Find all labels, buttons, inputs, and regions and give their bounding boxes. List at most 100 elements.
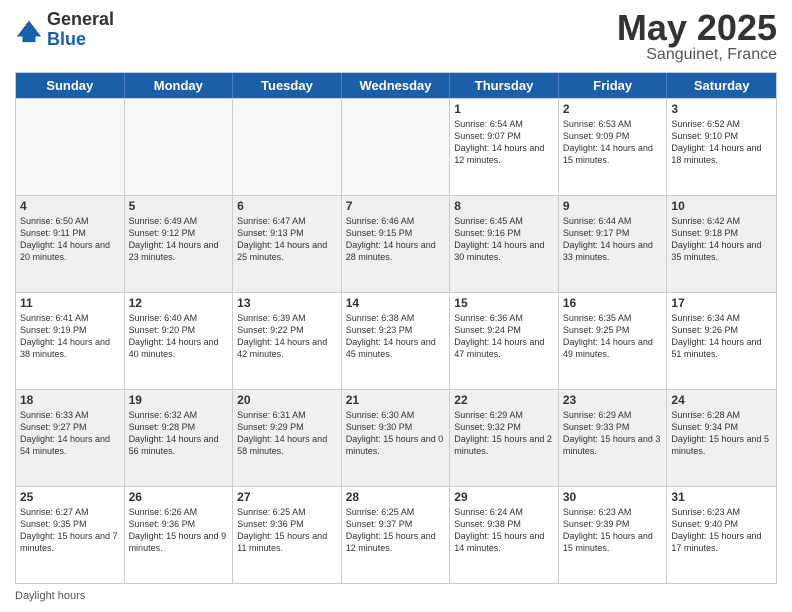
day-content: Sunrise: 6:29 AM Sunset: 9:33 PM Dayligh… bbox=[563, 409, 663, 458]
day-number: 10 bbox=[671, 199, 772, 213]
day-number: 6 bbox=[237, 199, 337, 213]
calendar-cell bbox=[125, 99, 234, 195]
title-month: May 2025 bbox=[617, 10, 777, 46]
day-content: Sunrise: 6:50 AM Sunset: 9:11 PM Dayligh… bbox=[20, 215, 120, 264]
day-number: 31 bbox=[671, 490, 772, 504]
day-number: 28 bbox=[346, 490, 446, 504]
day-number: 21 bbox=[346, 393, 446, 407]
calendar-cell: 31 Sunrise: 6:23 AM Sunset: 9:40 PM Dayli… bbox=[667, 487, 776, 583]
calendar-week-5: 25Sunrise: 6:27 AM Sunset: 9:35 PM Dayli… bbox=[16, 486, 776, 583]
day-content: Sunrise: 6:35 AM Sunset: 9:25 PM Dayligh… bbox=[563, 312, 663, 361]
logo-blue-text: Blue bbox=[47, 30, 114, 50]
calendar-cell: 17 Sunrise: 6:34 AM Sunset: 9:26 PM Dayli… bbox=[667, 293, 776, 389]
day-number: 8 bbox=[454, 199, 554, 213]
page: General Blue May 2025 Sanguinet, France … bbox=[0, 0, 792, 612]
day-content: Sunrise: 6:46 AM Sunset: 9:15 PM Dayligh… bbox=[346, 215, 446, 264]
day-content: Sunrise: 6:25 AM Sunset: 9:36 PM Dayligh… bbox=[237, 506, 337, 555]
calendar-cell bbox=[342, 99, 451, 195]
header-saturday: Saturday bbox=[667, 73, 776, 98]
calendar-cell: 11 Sunrise: 6:41 AM Sunset: 9:19 PM Dayli… bbox=[16, 293, 125, 389]
day-content: Sunrise: 6:29 AM Sunset: 9:32 PM Dayligh… bbox=[454, 409, 554, 458]
header: General Blue May 2025 Sanguinet, France bbox=[15, 10, 777, 64]
calendar-cell: 1 Sunrise: 6:54 AM Sunset: 9:07 PM Daylig… bbox=[450, 99, 559, 195]
header-sunday: Sunday bbox=[16, 73, 125, 98]
calendar-cell: 6Sunrise: 6:47 AM Sunset: 9:13 PM Daylig… bbox=[233, 196, 342, 292]
logo-icon bbox=[15, 16, 43, 44]
calendar-week-1: 1 Sunrise: 6:54 AM Sunset: 9:07 PM Daylig… bbox=[16, 98, 776, 195]
logo-general-text: General bbox=[47, 10, 114, 30]
day-content: Sunrise: 6:34 AM Sunset: 9:26 PM Dayligh… bbox=[671, 312, 772, 361]
day-content: Sunrise: 6:38 AM Sunset: 9:23 PM Dayligh… bbox=[346, 312, 446, 361]
calendar-cell: 9Sunrise: 6:44 AM Sunset: 9:17 PM Daylig… bbox=[559, 196, 668, 292]
day-number: 1 bbox=[454, 102, 554, 116]
day-content: Sunrise: 6:25 AM Sunset: 9:37 PM Dayligh… bbox=[346, 506, 446, 555]
calendar-cell: 10Sunrise: 6:42 AM Sunset: 9:18 PM Dayli… bbox=[667, 196, 776, 292]
day-number: 24 bbox=[671, 393, 772, 407]
calendar-cell: 26 Sunrise: 6:26 AM Sunset: 9:36 PM Dayli… bbox=[125, 487, 234, 583]
calendar-cell: 2Sunrise: 6:53 AM Sunset: 9:09 PM Daylig… bbox=[559, 99, 668, 195]
calendar-cell: 4 Sunrise: 6:50 AM Sunset: 9:11 PM Daylig… bbox=[16, 196, 125, 292]
day-number: 17 bbox=[671, 296, 772, 310]
calendar-cell: 30Sunrise: 6:23 AM Sunset: 9:39 PM Dayli… bbox=[559, 487, 668, 583]
day-content: Sunrise: 6:39 AM Sunset: 9:22 PM Dayligh… bbox=[237, 312, 337, 361]
calendar-cell: 21 Sunrise: 6:30 AM Sunset: 9:30 PM Dayli… bbox=[342, 390, 451, 486]
calendar-cell: 24 Sunrise: 6:28 AM Sunset: 9:34 PM Dayli… bbox=[667, 390, 776, 486]
calendar-cell: 18Sunrise: 6:33 AM Sunset: 9:27 PM Dayli… bbox=[16, 390, 125, 486]
header-monday: Monday bbox=[125, 73, 234, 98]
calendar-cell: 28 Sunrise: 6:25 AM Sunset: 9:37 PM Dayli… bbox=[342, 487, 451, 583]
calendar-cell: 23Sunrise: 6:29 AM Sunset: 9:33 PM Dayli… bbox=[559, 390, 668, 486]
day-content: Sunrise: 6:36 AM Sunset: 9:24 PM Dayligh… bbox=[454, 312, 554, 361]
calendar: Sunday Monday Tuesday Wednesday Thursday… bbox=[15, 72, 777, 584]
day-content: Sunrise: 6:44 AM Sunset: 9:17 PM Dayligh… bbox=[563, 215, 663, 264]
calendar-week-4: 18Sunrise: 6:33 AM Sunset: 9:27 PM Dayli… bbox=[16, 389, 776, 486]
calendar-cell: 12 Sunrise: 6:40 AM Sunset: 9:20 PM Dayli… bbox=[125, 293, 234, 389]
day-content: Sunrise: 6:27 AM Sunset: 9:35 PM Dayligh… bbox=[20, 506, 120, 555]
day-content: Sunrise: 6:53 AM Sunset: 9:09 PM Dayligh… bbox=[563, 118, 663, 167]
title-location: Sanguinet, France bbox=[617, 46, 777, 64]
day-content: Sunrise: 6:32 AM Sunset: 9:28 PM Dayligh… bbox=[129, 409, 229, 458]
day-number: 26 bbox=[129, 490, 229, 504]
calendar-cell: 7Sunrise: 6:46 AM Sunset: 9:15 PM Daylig… bbox=[342, 196, 451, 292]
day-content: Sunrise: 6:23 AM Sunset: 9:40 PM Dayligh… bbox=[671, 506, 772, 555]
day-content: Sunrise: 6:28 AM Sunset: 9:34 PM Dayligh… bbox=[671, 409, 772, 458]
day-content: Sunrise: 6:31 AM Sunset: 9:29 PM Dayligh… bbox=[237, 409, 337, 458]
calendar-header: Sunday Monday Tuesday Wednesday Thursday… bbox=[16, 73, 776, 98]
calendar-cell: 29 Sunrise: 6:24 AM Sunset: 9:38 PM Dayli… bbox=[450, 487, 559, 583]
calendar-cell: 8Sunrise: 6:45 AM Sunset: 9:16 PM Daylig… bbox=[450, 196, 559, 292]
calendar-cell: 5Sunrise: 6:49 AM Sunset: 9:12 PM Daylig… bbox=[125, 196, 234, 292]
calendar-cell: 25Sunrise: 6:27 AM Sunset: 9:35 PM Dayli… bbox=[16, 487, 125, 583]
calendar-cell: 20 Sunrise: 6:31 AM Sunset: 9:29 PM Dayli… bbox=[233, 390, 342, 486]
header-friday: Friday bbox=[559, 73, 668, 98]
day-number: 3 bbox=[671, 102, 772, 116]
calendar-cell: 3 Sunrise: 6:52 AM Sunset: 9:10 PM Daylig… bbox=[667, 99, 776, 195]
day-content: Sunrise: 6:40 AM Sunset: 9:20 PM Dayligh… bbox=[129, 312, 229, 361]
calendar-cell: 15Sunrise: 6:36 AM Sunset: 9:24 PM Dayli… bbox=[450, 293, 559, 389]
calendar-cell: 13 Sunrise: 6:39 AM Sunset: 9:22 PM Dayli… bbox=[233, 293, 342, 389]
day-number: 20 bbox=[237, 393, 337, 407]
logo-text: General Blue bbox=[47, 10, 114, 50]
calendar-week-3: 11 Sunrise: 6:41 AM Sunset: 9:19 PM Dayli… bbox=[16, 292, 776, 389]
header-tuesday: Tuesday bbox=[233, 73, 342, 98]
day-number: 13 bbox=[237, 296, 337, 310]
day-content: Sunrise: 6:52 AM Sunset: 9:10 PM Dayligh… bbox=[671, 118, 772, 167]
footer: Daylight hours bbox=[15, 590, 777, 602]
calendar-body: 1 Sunrise: 6:54 AM Sunset: 9:07 PM Daylig… bbox=[16, 98, 776, 583]
day-number: 11 bbox=[20, 296, 120, 310]
title-block: May 2025 Sanguinet, France bbox=[617, 10, 777, 64]
footer-text: Daylight hours bbox=[15, 590, 85, 602]
day-content: Sunrise: 6:30 AM Sunset: 9:30 PM Dayligh… bbox=[346, 409, 446, 458]
day-content: Sunrise: 6:26 AM Sunset: 9:36 PM Dayligh… bbox=[129, 506, 229, 555]
day-number: 19 bbox=[129, 393, 229, 407]
day-number: 12 bbox=[129, 296, 229, 310]
day-number: 22 bbox=[454, 393, 554, 407]
calendar-cell: 19 Sunrise: 6:32 AM Sunset: 9:28 PM Dayli… bbox=[125, 390, 234, 486]
calendar-cell: 14Sunrise: 6:38 AM Sunset: 9:23 PM Dayli… bbox=[342, 293, 451, 389]
day-content: Sunrise: 6:24 AM Sunset: 9:38 PM Dayligh… bbox=[454, 506, 554, 555]
day-number: 4 bbox=[20, 199, 120, 213]
day-content: Sunrise: 6:41 AM Sunset: 9:19 PM Dayligh… bbox=[20, 312, 120, 361]
day-content: Sunrise: 6:54 AM Sunset: 9:07 PM Dayligh… bbox=[454, 118, 554, 167]
logo: General Blue bbox=[15, 10, 114, 50]
day-number: 29 bbox=[454, 490, 554, 504]
day-content: Sunrise: 6:49 AM Sunset: 9:12 PM Dayligh… bbox=[129, 215, 229, 264]
day-number: 16 bbox=[563, 296, 663, 310]
